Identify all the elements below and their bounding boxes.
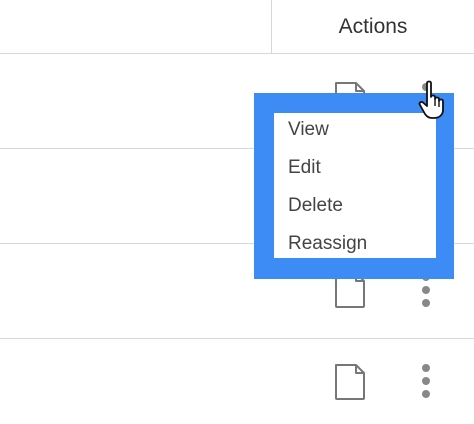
- more-vertical-icon[interactable]: [420, 363, 432, 399]
- menu-item-edit[interactable]: Edit: [274, 149, 436, 187]
- menu-item-reassign[interactable]: Reassign: [274, 225, 436, 263]
- actions-menu-highlight: View Edit Delete Reassign: [254, 93, 454, 279]
- document-icon[interactable]: [334, 364, 366, 400]
- table-header: Actions: [0, 0, 474, 54]
- actions-column-header: Actions: [338, 15, 408, 38]
- hand-pointer-icon: [418, 80, 444, 119]
- menu-item-view[interactable]: View: [274, 111, 436, 149]
- table-row: [0, 339, 474, 424]
- actions-menu: View Edit Delete Reassign: [274, 113, 436, 258]
- menu-item-delete[interactable]: Delete: [274, 187, 436, 225]
